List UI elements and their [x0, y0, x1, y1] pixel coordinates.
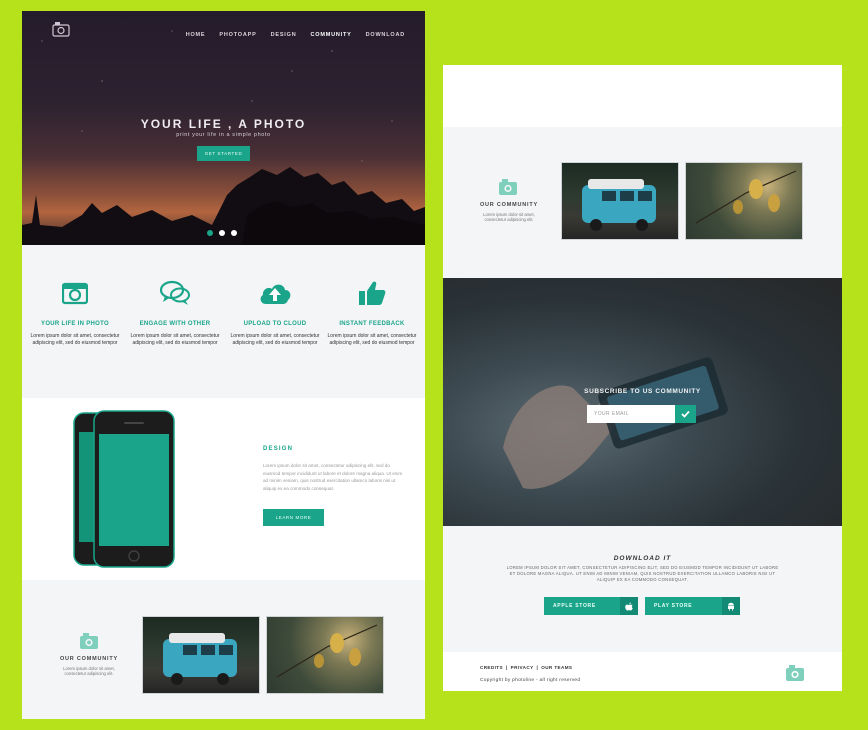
footer: CREDITS | PRIVACY | OUR TEAMS Copyright … — [443, 652, 842, 691]
feature-text: Lorem ipsum dolor sit amet, consectetur … — [327, 333, 417, 346]
download-title: DOWNLOAD IT — [613, 555, 672, 562]
feature-title: INSTANT FEEDBACK — [339, 321, 405, 327]
check-icon — [681, 410, 690, 418]
slider-dots — [207, 230, 237, 236]
subscribe-title: SUBSCRIBE TO US COMMUNITY — [584, 388, 701, 395]
footer-link-privacy[interactable]: PRIVACY — [511, 665, 534, 670]
android-icon — [722, 597, 740, 615]
apple-icon — [620, 597, 638, 615]
leaves-illustration — [276, 624, 378, 678]
feature-item-photo: YOUR LIFE IN PHOTO Lorem ipsum dolor sit… — [28, 279, 122, 346]
download-text: LOREM IPSUM DOLOR SIT AMET, CONSECTETUR … — [506, 565, 779, 582]
landing-page-right: OUR COMMUNITY Lorem ipsum dolor sit amet… — [443, 65, 842, 691]
play-store-button[interactable]: PLAY STORE — [645, 597, 740, 615]
community-photo-leaves[interactable] — [685, 162, 803, 240]
nav-download[interactable]: DOWNLOAD — [366, 32, 405, 38]
email-input[interactable] — [587, 405, 675, 423]
design-text: Lorem ipsum dolor sit amet, consectetur … — [263, 463, 403, 491]
feature-text: Lorem ipsum dolor sit amet, consectetur … — [230, 333, 320, 346]
feature-title: UPLOAD TO CLOUD — [243, 321, 307, 327]
nav-community[interactable]: COMMUNITY — [310, 32, 351, 38]
hand-phone-background — [503, 357, 728, 489]
hero-section: HOME PHOTOAPP DESIGN COMMUNITY DOWNLOAD … — [22, 11, 425, 245]
apple-store-label: APPLE STORE — [553, 603, 596, 609]
camera-logo-icon[interactable] — [785, 663, 805, 683]
thumbs-up-icon — [359, 281, 386, 305]
slider-dot-2[interactable] — [219, 230, 225, 236]
community-text: Lorem ipsum dolor sit amet, consectetur … — [63, 666, 115, 677]
community-section: OUR COMMUNITY Lorem ipsum dolor sit amet… — [22, 580, 425, 719]
van-illustration — [163, 633, 237, 685]
apple-store-button[interactable]: APPLE STORE — [544, 597, 638, 615]
community-text: Lorem ipsum dolor sit amet, consectetur … — [483, 212, 535, 223]
features-section: YOUR LIFE IN PHOTO Lorem ipsum dolor sit… — [22, 245, 425, 398]
copyright-text: Copyright by photoline - all right reser… — [480, 678, 581, 683]
camera-icon — [80, 633, 98, 649]
download-section: DOWNLOAD IT LOREM IPSUM DOLOR SIT AMET, … — [443, 526, 842, 652]
learn-more-button[interactable]: LEARN MORE — [263, 509, 324, 526]
camera-icon — [62, 282, 88, 305]
subscribe-button[interactable] — [675, 405, 696, 423]
feature-item-feedback: INSTANT FEEDBACK Lorem ipsum dolor sit a… — [325, 279, 419, 346]
hero-subtitle: print your life in a simple photo — [176, 132, 271, 138]
cloud-upload-icon — [260, 284, 291, 304]
landing-page-left: HOME PHOTOAPP DESIGN COMMUNITY DOWNLOAD … — [22, 11, 425, 719]
feature-text: Lorem ipsum dolor sit amet, consectetur … — [30, 333, 120, 346]
footer-link-our-teams[interactable]: OUR TEAMS — [541, 665, 572, 670]
community-title: OUR COMMUNITY — [479, 202, 539, 208]
slider-dot-3[interactable] — [231, 230, 237, 236]
community-photo-leaves[interactable] — [266, 616, 384, 694]
community-title: OUR COMMUNITY — [59, 656, 119, 662]
leaves-illustration — [695, 170, 797, 224]
hero-title: YOUR LIFE , A PHOTO — [140, 117, 307, 131]
feature-item-upload: UPLOAD TO CLOUD Lorem ipsum dolor sit am… — [228, 279, 322, 346]
nav-photoapp[interactable]: PHOTOAPP — [219, 32, 256, 38]
feature-title: ENGAGE WITH OTHER — [139, 321, 211, 327]
chat-bubbles-icon — [159, 280, 190, 305]
feature-text: Lorem ipsum dolor sit amet, consectetur … — [130, 333, 220, 346]
play-store-label: PLAY STORE — [654, 603, 693, 609]
camera-logo-icon[interactable] — [52, 21, 70, 37]
slider-dot-1[interactable] — [207, 230, 213, 236]
nav-home[interactable]: HOME — [186, 32, 206, 38]
nav-design[interactable]: DESIGN — [271, 32, 297, 38]
community-photo-van[interactable] — [142, 616, 260, 694]
community-section: OUR COMMUNITY Lorem ipsum dolor sit amet… — [443, 127, 842, 278]
design-title: DESIGN — [263, 446, 294, 452]
feature-title: YOUR LIFE IN PHOTO — [41, 321, 109, 327]
footer-separator: | — [536, 665, 539, 670]
footer-link-credits[interactable]: CREDITS — [480, 665, 503, 670]
camera-icon — [499, 179, 517, 195]
top-blank-area — [443, 65, 842, 127]
van-illustration — [582, 179, 656, 231]
community-photo-van[interactable] — [561, 162, 679, 240]
footer-separator: | — [505, 665, 508, 670]
footer-links: CREDITS | PRIVACY | OUR TEAMS — [480, 665, 572, 670]
feature-item-engage: ENGAGE WITH OTHER Lorem ipsum dolor sit … — [128, 279, 222, 346]
get-started-button[interactable]: GET STARTED — [197, 146, 250, 161]
subscribe-section: SUBSCRIBE TO US COMMUNITY — [443, 278, 842, 526]
phone-mockup-image — [73, 410, 175, 568]
main-nav: HOME PHOTOAPP DESIGN COMMUNITY DOWNLOAD — [186, 32, 405, 38]
design-section: DESIGN Lorem ipsum dolor sit amet, conse… — [22, 398, 425, 580]
